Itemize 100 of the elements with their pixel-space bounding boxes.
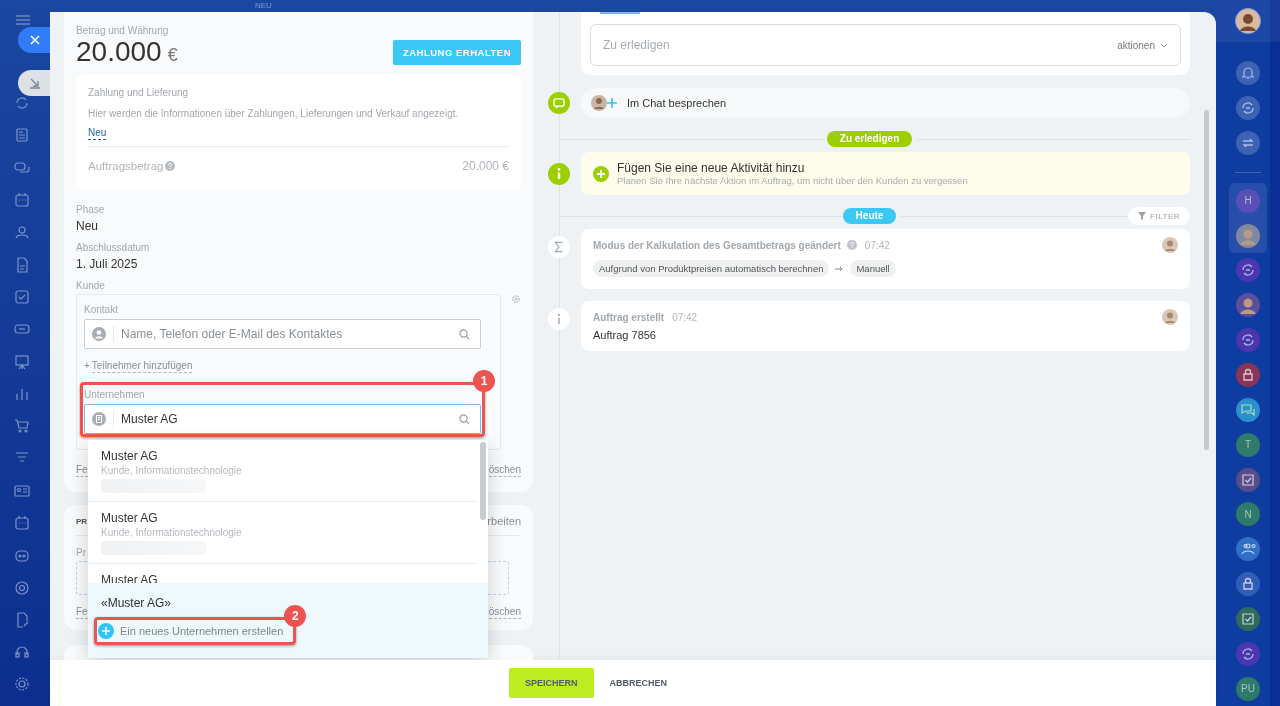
chat-label: Im Chat besprechen: [627, 97, 727, 109]
section-title: Zahlung und Lieferung: [88, 87, 190, 98]
news-icon[interactable]: [14, 127, 30, 144]
bell-icon[interactable]: [1236, 61, 1260, 86]
funnel-icon[interactable]: [1138, 212, 1147, 220]
close-icon[interactable]: [30, 35, 40, 45]
company-option[interactable]: Muster AG Kunde, Informationstechnologie: [88, 502, 478, 564]
activity-prompt-card[interactable]: Fügen Sie eine neue Aktivität hinzu Planen Sie Ihre nächste Aktion im Auftrag, um nicht über den Kunden zu vergessen: [581, 152, 1190, 195]
chat-avatar[interactable]: T: [1236, 432, 1260, 457]
event-time: 07:42: [864, 239, 890, 251]
add-participant-link[interactable]: Teilnehmer hinzufügen: [91, 360, 193, 373]
filter-button[interactable]: FILTER: [1128, 207, 1190, 225]
cancel-button[interactable]: ABBRECHEN: [603, 677, 673, 689]
check-icon[interactable]: [1236, 467, 1260, 492]
chat-icon[interactable]: [1236, 397, 1260, 422]
event-time: 07:42: [672, 311, 698, 323]
target-icon[interactable]: [14, 579, 30, 596]
help-icon[interactable]: [846, 240, 857, 250]
scrollbar[interactable]: [480, 442, 486, 520]
document-icon[interactable]: [14, 256, 30, 273]
actions-dropdown[interactable]: aktionen: [1117, 39, 1155, 51]
company-option[interactable]: Muster AG Kunde, Informationstechnologie: [88, 440, 478, 502]
field-label: Betrag und Währung: [76, 24, 170, 37]
link-fragment[interactable]: Fe: [76, 464, 88, 477]
amount-value: 20.000: [76, 36, 162, 68]
field-label: Kontakt: [84, 303, 119, 316]
plus-icon[interactable]: [607, 98, 617, 108]
field-label: Phase: [76, 203, 106, 216]
person-icon: [92, 327, 106, 341]
create-company-button[interactable]: Ein neues Unternehmen erstellen: [98, 623, 284, 639]
description-text: Hier werden die Informationen über Zahlungen, Lieferungen und Verkauf angezeigt.: [88, 108, 460, 119]
link-fragment[interactable]: rbeiten: [487, 515, 521, 527]
avatar-icon[interactable]: [1236, 293, 1260, 318]
sync-icon[interactable]: [1236, 328, 1260, 353]
chat-icon[interactable]: [14, 159, 30, 176]
robot-icon[interactable]: [14, 547, 30, 564]
avatar-icon: [591, 95, 607, 111]
presentation-icon[interactable]: [14, 353, 30, 370]
scrollbar[interactable]: [1204, 110, 1209, 450]
company-search-field[interactable]: Muster AG: [84, 404, 482, 434]
field-label: Unternehmen: [84, 388, 146, 401]
add-icon[interactable]: [593, 165, 609, 182]
sync-icon[interactable]: [1236, 258, 1260, 283]
info-icon: [548, 307, 570, 331]
total-value: 20.000 €: [462, 159, 509, 173]
minimize-button[interactable]: [18, 70, 52, 96]
event-title: Auftrag erstellt: [593, 311, 665, 323]
calendar-icon[interactable]: [14, 192, 30, 209]
field-value: 1. Juli 2025: [76, 257, 139, 271]
headset-icon[interactable]: [14, 644, 30, 661]
event-title: Modus der Kalkulation des Gesamtbetrags geändert: [593, 239, 841, 251]
link-fragment[interactable]: Fe: [76, 606, 88, 619]
chat-avatar[interactable]: N: [1236, 502, 1260, 527]
cart-icon[interactable]: [14, 418, 30, 435]
menu-icon[interactable]: [16, 15, 30, 25]
user-avatar-icon[interactable]: [1235, 7, 1261, 34]
field-label: Abschlussdatum: [76, 241, 151, 254]
search-icon[interactable]: [459, 328, 471, 340]
value-tag: Manuell: [850, 260, 896, 277]
date-badge: Heute: [842, 208, 897, 224]
calendar-icon[interactable]: [14, 515, 30, 531]
chat-avatar[interactable]: H: [1236, 188, 1260, 213]
contact-search-field[interactable]: Name, Telefon oder E-Mail des Kontaktes: [84, 319, 482, 349]
lock-icon[interactable]: [1236, 363, 1260, 387]
building-icon: [92, 412, 106, 426]
sync-icon[interactable]: [14, 95, 30, 112]
prompt-text: Planen Sie Ihre nächste Aktion im Auftrag, um nicht über den Kunden zu vergessen: [617, 175, 968, 186]
sync-icon[interactable]: [1236, 96, 1260, 121]
lock-icon[interactable]: [1236, 572, 1260, 597]
total-label: Auftragsbetrag: [88, 160, 164, 172]
receive-payment-button[interactable]: ZAHLUNG ERHALTEN: [392, 39, 521, 65]
avatar-icon: [1162, 309, 1178, 325]
arrow-right-icon: [835, 265, 845, 272]
chevron-down-icon[interactable]: [1160, 42, 1168, 48]
exchange-icon[interactable]: [1236, 130, 1260, 155]
new-link[interactable]: Neu: [88, 127, 107, 140]
chat-avatar[interactable]: PU: [1236, 676, 1260, 701]
tab-label[interactable]: NEU: [255, 1, 272, 12]
todo-field[interactable]: Zu erledigen aktionen: [590, 24, 1181, 66]
chat-icon: [548, 91, 570, 115]
save-button[interactable]: SPEICHERN: [509, 668, 594, 698]
avatar-icon[interactable]: [1236, 223, 1260, 248]
search-icon[interactable]: [459, 413, 471, 425]
field-label: Pr: [76, 546, 86, 559]
field-label: Kunde: [76, 279, 106, 292]
close-button[interactable]: [18, 27, 52, 53]
gear-icon[interactable]: [14, 676, 30, 693]
plus-sign: +: [84, 360, 90, 373]
section-title: PR: [76, 516, 88, 526]
help-icon[interactable]: [165, 161, 176, 171]
sync-icon[interactable]: [1236, 641, 1260, 666]
currency-symbol: €: [167, 44, 178, 66]
check-icon[interactable]: [1236, 606, 1260, 631]
checkbox-icon[interactable]: [14, 288, 30, 305]
plus-icon[interactable]: [98, 623, 114, 639]
chat-bar[interactable]: Im Chat besprechen: [581, 88, 1190, 118]
id-card-icon[interactable]: [14, 482, 30, 499]
sigma-icon: [548, 235, 570, 259]
edit-icon[interactable]: [14, 611, 30, 628]
step-badge: 1: [473, 370, 496, 392]
